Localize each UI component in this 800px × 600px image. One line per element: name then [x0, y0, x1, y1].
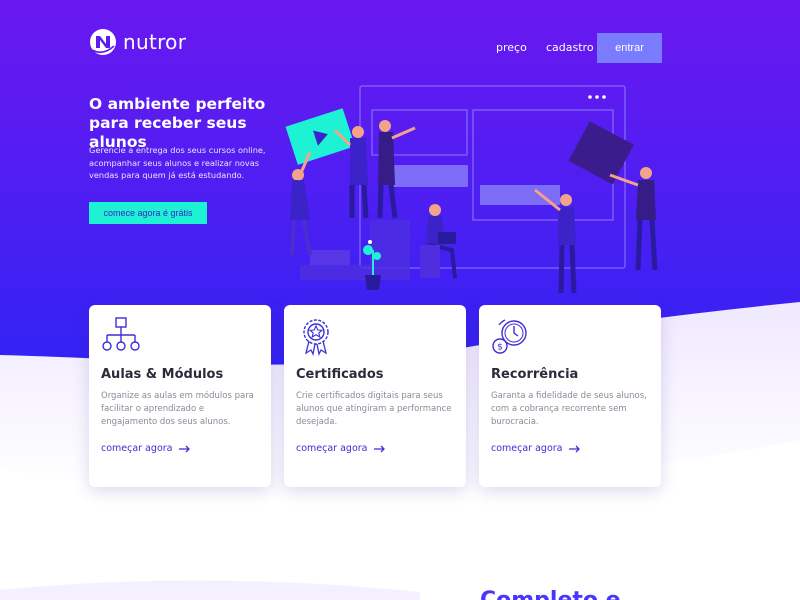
- card-title: Aulas & Módulos: [101, 367, 224, 382]
- recurring-payment-icon: $: [492, 319, 527, 354]
- card-title: Recorrência: [491, 367, 579, 382]
- start-free-button[interactable]: comece agora é grátis: [89, 202, 207, 224]
- card-link-label: começar agora: [101, 443, 173, 454]
- card-description: Garanta a fidelidade de seus alunos, com…: [491, 391, 647, 427]
- card-start-link[interactable]: começar agora: [491, 443, 581, 454]
- top-nav: preço cadastro entrar: [0, 33, 800, 63]
- arrow-right-icon: [178, 445, 190, 452]
- feature-card-recurring: $ Recorrência Garanta a fidelidade de se…: [479, 305, 661, 487]
- arrow-right-icon: [568, 445, 580, 452]
- card-description: Organize as aulas em módulos para facili…: [101, 391, 254, 427]
- arrow-right-icon: [373, 445, 385, 452]
- hero-description: Gerencie a entrega dos seus cursos onlin…: [89, 145, 266, 180]
- card-description: Crie certificados digitais para seus alu…: [296, 391, 452, 427]
- hero-illustration: [285, 85, 658, 294]
- feature-card-certificates: Certificados Crie certificados digitais …: [284, 305, 466, 487]
- card-start-link[interactable]: começar agora: [101, 443, 191, 454]
- certificate-icon: [303, 319, 329, 356]
- card-start-link[interactable]: começar agora: [296, 443, 386, 454]
- nav-link-signup[interactable]: cadastro: [546, 41, 594, 54]
- sitemap-icon: [102, 317, 140, 351]
- login-button[interactable]: entrar: [597, 33, 662, 63]
- feature-card-modules: Aulas & Módulos Organize as aulas em mód…: [89, 305, 271, 487]
- svg-text:$: $: [497, 343, 503, 353]
- card-title: Certificados: [296, 367, 384, 382]
- section-heading: Completo e: [480, 588, 621, 600]
- card-link-label: começar agora: [491, 443, 563, 454]
- card-link-label: começar agora: [296, 443, 368, 454]
- nav-link-price[interactable]: preço: [496, 41, 527, 54]
